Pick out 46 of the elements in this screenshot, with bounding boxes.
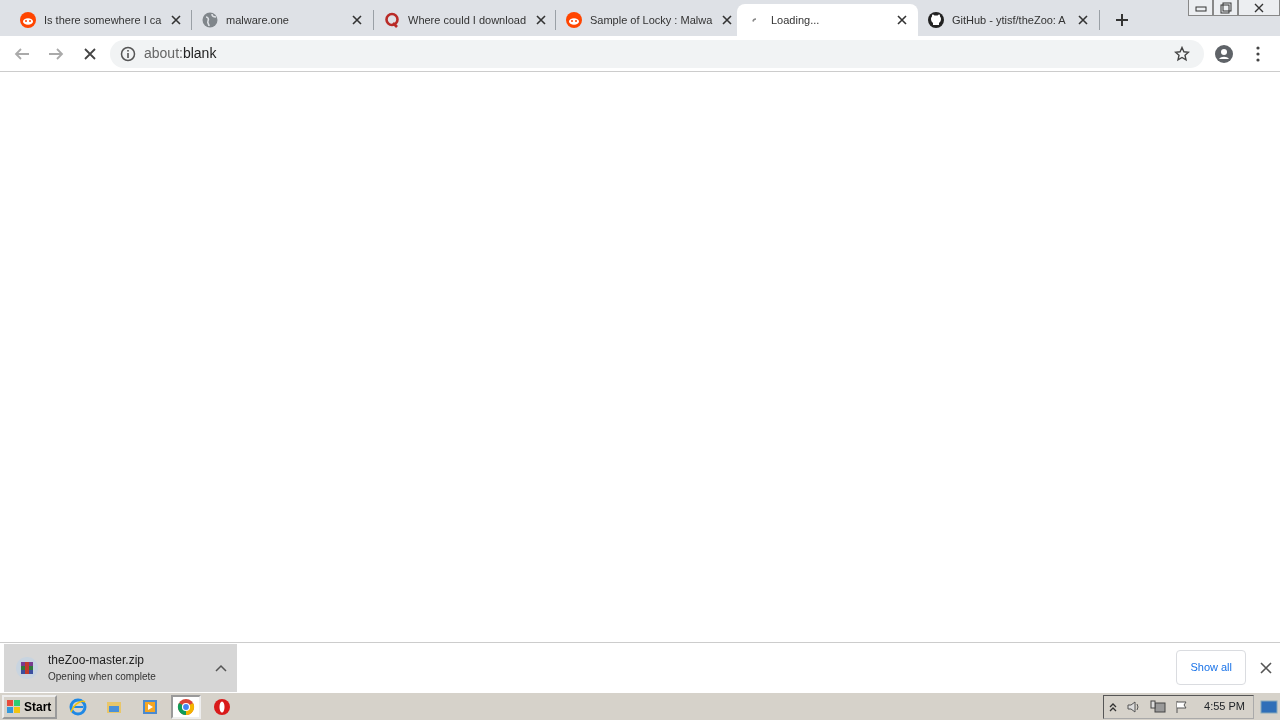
chrome-icon	[177, 697, 196, 716]
browser-tab[interactable]: Loading...	[737, 4, 918, 36]
show-all-button[interactable]: Show all	[1176, 650, 1246, 685]
person-icon	[1215, 44, 1233, 63]
browser-tab[interactable]: malware.one	[192, 4, 373, 36]
restore-icon	[1219, 1, 1232, 14]
media-player-icon	[141, 697, 160, 716]
close-icon	[534, 13, 548, 27]
show-desktop-icon[interactable]	[1260, 699, 1278, 714]
browser-e-icon	[69, 697, 88, 716]
star-icon	[1174, 45, 1190, 62]
minimize-icon	[1194, 3, 1207, 12]
clock-text: 4:55 PM	[1204, 699, 1245, 715]
minimize-button[interactable]	[1188, 0, 1213, 16]
restore-button[interactable]	[1213, 0, 1238, 16]
browser-tab[interactable]: Sample of Locky : Malwa	[556, 4, 737, 36]
close-icon	[350, 13, 364, 27]
browser-tab[interactable]: Is there somewhere I ca	[10, 4, 191, 36]
plus-icon	[1114, 12, 1130, 28]
chevron-up-icon	[215, 663, 227, 672]
close-window-button[interactable]	[1238, 0, 1280, 16]
close-icon	[1252, 1, 1266, 14]
taskbar-button[interactable]	[171, 694, 202, 719]
opera-icon	[213, 697, 232, 716]
menu-icon	[1256, 45, 1260, 62]
reddit-icon	[20, 12, 36, 28]
github-icon	[928, 12, 944, 28]
reddit-icon	[566, 12, 582, 28]
browser-tab[interactable]: Where could I download	[374, 4, 555, 36]
close-icon	[1076, 13, 1090, 27]
close-icon	[720, 13, 735, 27]
download-status: Opening when complete	[48, 670, 157, 684]
download-filename: theZoo-master.zip	[48, 652, 146, 669]
archive-icon	[16, 656, 38, 679]
network-icon[interactable]	[1150, 699, 1167, 714]
quora-icon	[384, 12, 400, 28]
close-icon[interactable]	[1260, 661, 1272, 674]
globe-icon	[202, 12, 218, 28]
browser-tab[interactable]: GitHub - ytisf/theZoo: A	[918, 4, 1099, 36]
start-button[interactable]: Start	[2, 694, 58, 719]
info-icon	[120, 45, 136, 62]
windows-logo-icon	[6, 698, 22, 715]
download-item[interactable]: theZoo-master.zip Opening when complete	[4, 643, 237, 692]
close-icon	[895, 13, 909, 27]
loading-spinner-icon	[752, 17, 758, 23]
close-icon	[169, 13, 184, 27]
